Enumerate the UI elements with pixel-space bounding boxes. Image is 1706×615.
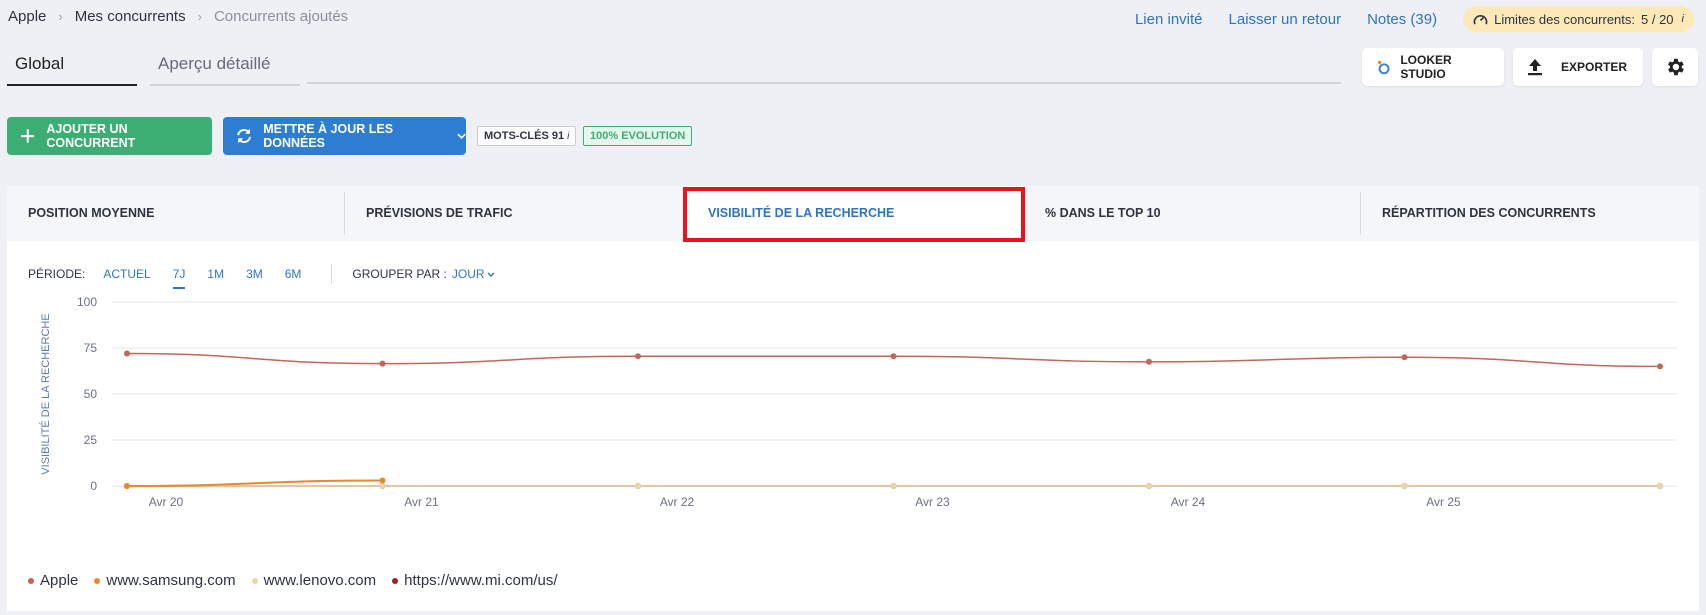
legend-dot-icon	[392, 577, 399, 584]
info-icon[interactable]: i	[1682, 13, 1684, 25]
refresh-icon	[237, 128, 252, 144]
data-point	[1401, 483, 1408, 489]
y-tick-label: 0	[90, 479, 97, 493]
limit-label: Limites des concurrents:	[1494, 11, 1636, 27]
highlight-box	[683, 187, 1025, 242]
chevron-down-icon[interactable]	[457, 133, 466, 140]
x-tick-label: Avr 22	[660, 495, 695, 509]
y-tick-label: 25	[84, 433, 98, 447]
series-line	[126, 479, 383, 487]
breadcrumb-item-apple[interactable]: Apple	[8, 8, 46, 25]
chevron-right-icon: ›	[197, 9, 202, 24]
chart-filters: PÉRIODE: ACTUEL 7J 1M 3M 6M GROUPER PAR …	[28, 264, 495, 289]
divider	[331, 264, 333, 284]
legend-dot-icon	[94, 577, 101, 584]
competitor-limit-badge: Limites des concurrents: 5 / 20 i	[1463, 6, 1694, 32]
y-tick-label: 50	[84, 387, 98, 401]
metrics-panel: POSITION MOYENNE PRÉVISIONS DE TRAFIC VI…	[7, 186, 1699, 611]
data-point	[1657, 363, 1663, 370]
breadcrumb: Apple › Mes concurrents › Concurrents aj…	[8, 8, 348, 25]
data-point	[1146, 358, 1152, 365]
x-tick-label: Avr 23	[915, 495, 950, 509]
chevron-down-icon	[487, 272, 495, 277]
info-icon[interactable]: i	[567, 131, 569, 142]
period-option-current[interactable]: ACTUEL	[103, 267, 150, 281]
update-data-button[interactable]: METTRE À JOUR LES DONNÉES	[223, 117, 466, 155]
chevron-right-icon: ›	[58, 9, 63, 24]
add-competitor-button[interactable]: AJOUTER UN CONCURRENT	[7, 117, 212, 155]
add-competitor-label: AJOUTER UN CONCURRENT	[46, 122, 136, 150]
export-label: EXPORTER	[1561, 60, 1628, 74]
x-tick-label: Avr 24	[1171, 495, 1206, 509]
legend-label: Apple	[40, 572, 79, 589]
data-point	[379, 360, 386, 367]
chart-legend: Apple www.samsung.com www.lenovo.com https:…	[28, 572, 558, 589]
legend-label: https://www.mi.com/us/	[404, 572, 558, 589]
settings-button[interactable]	[1652, 48, 1698, 86]
guest-link[interactable]: Lien invité	[1135, 11, 1203, 28]
period-option-7d[interactable]: 7J	[172, 267, 185, 289]
period-option-3m[interactable]: 3M	[246, 267, 263, 281]
legend-item[interactable]: https://www.mi.com/us/	[392, 572, 558, 589]
data-point	[379, 477, 386, 484]
data-point	[1401, 354, 1408, 361]
keywords-count-chip: MOTS-CLÉS 91 i	[477, 126, 577, 146]
keywords-count: MOTS-CLÉS 91	[484, 130, 565, 142]
period-label: PÉRIODE:	[28, 267, 86, 281]
notes-link[interactable]: Notes (39)	[1367, 11, 1437, 28]
looker-studio-button[interactable]: LOOKER STUDIO	[1362, 48, 1504, 86]
tab-global[interactable]: Global	[7, 46, 137, 86]
period-option-6m[interactable]: 6M	[285, 267, 302, 281]
period-option-1m[interactable]: 1M	[207, 267, 224, 281]
data-point	[890, 353, 897, 360]
limit-value: 5 / 20	[1641, 11, 1674, 27]
legend-label: www.samsung.com	[106, 572, 236, 589]
data-point	[890, 483, 897, 489]
breadcrumb-item-current: Concurrents ajoutés	[213, 8, 349, 25]
data-point	[635, 483, 641, 489]
legend-item[interactable]: www.samsung.com	[94, 572, 236, 589]
tab-detail[interactable]: Aperçu détaillé	[150, 46, 300, 86]
data-point	[124, 350, 130, 357]
plus-icon	[21, 129, 35, 143]
legend-label: www.lenovo.com	[263, 572, 377, 589]
export-button[interactable]: EXPORTER	[1513, 48, 1643, 86]
data-point	[635, 353, 641, 360]
y-tick-label: 75	[84, 341, 98, 355]
top-links: Lien invité Laisser un retour Notes (39)…	[1135, 6, 1694, 32]
x-tick-label: Avr 25	[1426, 495, 1461, 509]
group-by-label: GROUPER PAR :	[352, 267, 447, 281]
looker-studio-label: LOOKER STUDIO	[1400, 53, 1452, 81]
upload-icon	[1528, 59, 1542, 76]
legend-dot-icon	[251, 577, 258, 584]
evolution-chip: 100% EVOLUTION	[583, 126, 693, 146]
y-tick-label: 100	[77, 295, 97, 309]
y-axis-label: VISIBILITÉ DE LA RECHERCHE	[39, 313, 52, 474]
x-tick-label: Avr 21	[404, 495, 439, 509]
legend-item[interactable]: www.lenovo.com	[251, 572, 377, 589]
view-tabs: Global Aperçu détaillé	[7, 46, 1341, 86]
data-point	[379, 483, 386, 489]
looker-studio-icon	[1377, 60, 1390, 75]
gear-icon	[1668, 58, 1684, 76]
feedback-link[interactable]: Laisser un retour	[1229, 11, 1342, 28]
metric-tab-average-position[interactable]: POSITION MOYENNE	[7, 186, 344, 241]
tabs-underline	[307, 82, 1341, 84]
data-point	[124, 483, 130, 489]
breadcrumb-item-competitors[interactable]: Mes concurrents	[75, 8, 186, 25]
group-by-select[interactable]: JOUR	[452, 267, 495, 281]
metric-tab-traffic-forecast[interactable]: PRÉVISIONS DE TRAFIC	[345, 186, 684, 241]
legend-item[interactable]: Apple	[28, 572, 78, 589]
x-tick-label: Avr 20	[149, 495, 184, 509]
group-by-value: JOUR	[451, 267, 485, 281]
metric-tab-competitor-distribution[interactable]: RÉPARTITION DES CONCURRENTS	[1361, 186, 1699, 241]
search-visibility-chart: 0 25 50 75 100 VISIBILITÉ DE LA RECHERCHE Avr …	[39, 295, 1677, 509]
gauge-icon	[1473, 14, 1488, 24]
data-point	[1146, 483, 1152, 489]
data-point	[1657, 483, 1663, 489]
update-data-label: METTRE À JOUR LES DONNÉES	[263, 122, 394, 150]
legend-dot-icon	[28, 577, 34, 584]
metric-tab-top10[interactable]: % DANS LE TOP 10	[1024, 186, 1360, 241]
